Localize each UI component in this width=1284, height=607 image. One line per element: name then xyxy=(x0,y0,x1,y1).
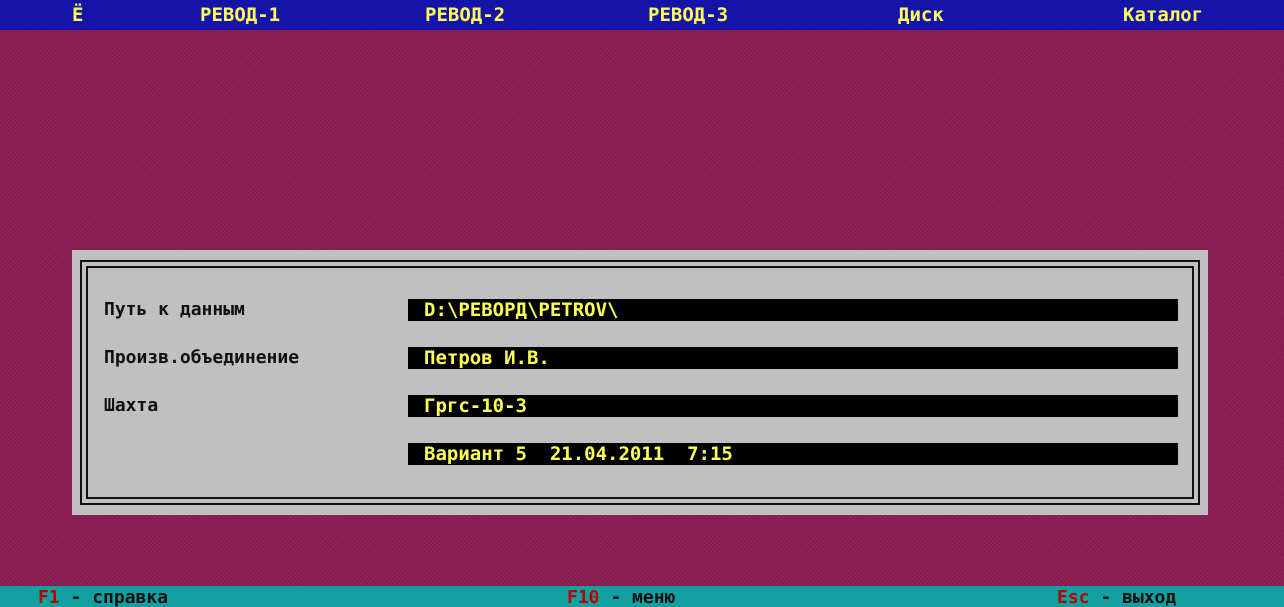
mine-field[interactable]: Гргс-10-3 xyxy=(408,395,1178,417)
help-hotkey: F1 xyxy=(38,587,60,607)
exit-hint-separator: - xyxy=(1089,587,1123,607)
mine-label: Шахта xyxy=(104,395,159,416)
top-menu-bar: Ё РЕВОД-1 РЕВОД-2 РЕВОД-3 Диск Каталог xyxy=(0,0,1284,30)
data-path-dialog: Путь к данным D:\РЕВОРД\PETROV\ Произв.о… xyxy=(72,250,1208,515)
menu-hint[interactable]: F10 - меню xyxy=(567,586,675,607)
dos-screen: Ё РЕВОД-1 РЕВОД-2 РЕВОД-3 Диск Каталог П… xyxy=(0,0,1284,607)
exit-hint[interactable]: Esc - выход xyxy=(1057,586,1176,607)
exit-hotkey: Esc xyxy=(1057,587,1090,607)
menu-item-disk[interactable]: Диск xyxy=(898,4,944,26)
menu-item-revod-1[interactable]: РЕВОД-1 xyxy=(200,4,280,26)
help-hint-separator: - xyxy=(59,587,93,607)
menu-item-system[interactable]: Ё xyxy=(72,4,83,26)
menu-hint-separator: - xyxy=(599,587,633,607)
menu-hotkey: F10 xyxy=(567,587,600,607)
exit-hint-label: выход xyxy=(1122,587,1177,607)
data-path-field[interactable]: D:\РЕВОРД\PETROV\ xyxy=(408,299,1178,321)
help-hint-label: справка xyxy=(92,587,169,607)
menu-item-catalog[interactable]: Каталог xyxy=(1123,4,1203,26)
variant-date-time-field[interactable]: Вариант 5 21.04.2011 7:15 xyxy=(408,443,1178,465)
bottom-status-bar: F1 - справка F10 - меню Esc - выход xyxy=(0,586,1284,607)
production-association-field[interactable]: Петров И.В. xyxy=(408,347,1178,369)
menu-item-revod-3[interactable]: РЕВОД-3 xyxy=(648,4,728,26)
menu-item-revod-2[interactable]: РЕВОД-2 xyxy=(425,4,505,26)
help-hint[interactable]: F1 - справка xyxy=(38,586,168,607)
production-association-label: Произв.объединение xyxy=(104,347,300,368)
dialog-frame-outer xyxy=(80,260,1200,505)
data-path-label: Путь к данным xyxy=(104,299,245,320)
menu-hint-label: меню xyxy=(632,587,676,607)
